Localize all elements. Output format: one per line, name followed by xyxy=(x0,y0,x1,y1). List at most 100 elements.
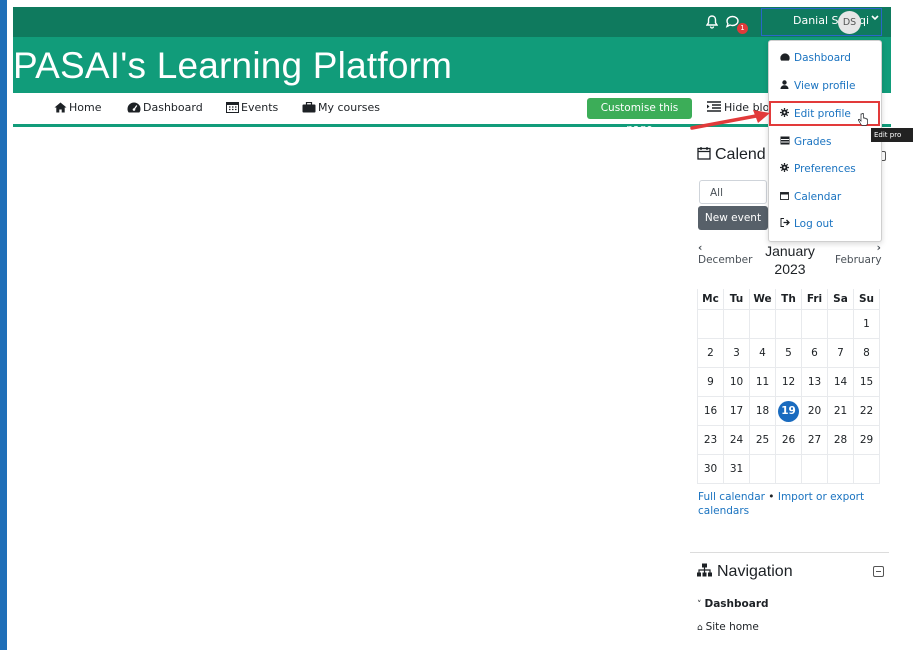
calendar-day[interactable]: 31 xyxy=(723,454,750,484)
calendar-day[interactable]: 7 xyxy=(827,338,854,368)
calendar-day[interactable]: 11 xyxy=(749,367,776,397)
calendar-day[interactable]: 26 xyxy=(775,425,802,455)
notification-bell-icon[interactable] xyxy=(705,14,719,33)
chevron-down-icon[interactable] xyxy=(871,13,879,24)
month-year: 2023 xyxy=(774,261,806,277)
calendar-day[interactable]: 27 xyxy=(801,425,828,455)
menu-item-log-out[interactable]: Log out xyxy=(780,218,833,230)
table-icon xyxy=(780,136,792,148)
calendar-day[interactable]: 24 xyxy=(723,425,750,455)
prev-month-link[interactable]: ‹ December xyxy=(698,243,752,267)
nav-events[interactable]: Events xyxy=(226,101,278,114)
user-icon xyxy=(780,80,792,92)
weekday-header: Fri xyxy=(801,289,828,310)
edit-profile-tooltip: Edit pro xyxy=(871,128,913,142)
nav-home[interactable]: Home xyxy=(54,101,101,114)
weekday-header: Tu xyxy=(723,289,750,310)
dashboard-icon xyxy=(127,102,141,113)
navigation-block-title: Navigation xyxy=(697,563,793,581)
calendar-week-row: 16 17 18 19 20 21 22 xyxy=(697,396,880,426)
calendar-day[interactable]: 1 xyxy=(853,309,880,339)
menu-item-grades[interactable]: Grades xyxy=(780,136,831,148)
navigation-collapse-icon[interactable] xyxy=(873,566,884,577)
new-event-button[interactable]: New event xyxy=(698,206,768,230)
calendar-day[interactable]: 21 xyxy=(827,396,854,426)
menu-item-calendar-label: Calendar xyxy=(794,191,842,203)
menu-item-view-profile[interactable]: View profile xyxy=(780,80,855,92)
menu-item-preferences[interactable]: Preferences xyxy=(780,163,856,175)
calendar-day[interactable]: 3 xyxy=(723,338,750,368)
calendar-day[interactable]: 2 xyxy=(697,338,724,368)
navigation-title-text: Navigation xyxy=(717,563,793,580)
calendar-day[interactable]: 6 xyxy=(801,338,828,368)
current-month: January 2023 xyxy=(762,242,818,278)
sign-out-icon xyxy=(780,218,792,230)
weekday-header: We xyxy=(749,289,776,310)
next-month-link[interactable]: › February xyxy=(835,242,882,267)
menu-item-calendar[interactable]: Calendar xyxy=(780,191,841,203)
calendar-day[interactable]: 20 xyxy=(801,396,828,426)
calendar-day xyxy=(775,309,802,339)
calendar-day xyxy=(775,454,802,484)
calendar-block-title: Calend xyxy=(697,146,766,164)
nav-tree-site-home-label: Site home xyxy=(705,621,759,630)
menu-item-dashboard[interactable]: Dashboard xyxy=(780,52,851,64)
customise-page-button[interactable]: Customise this page xyxy=(587,98,692,135)
calendar-grid: Mc Tu We Th Fri Sa Su 1 2 3 4 5 6 7 8 9 10 11 12 13 14 15 16 1… xyxy=(697,289,880,484)
nav-tree-site-home[interactable]: ⌂ Site home xyxy=(697,621,759,630)
calendar-day[interactable]: 22 xyxy=(853,396,880,426)
annotation-arrow-icon xyxy=(690,108,772,134)
calendar-day[interactable]: 8 xyxy=(853,338,880,368)
calendar-day[interactable]: 25 xyxy=(749,425,776,455)
calendar-day[interactable]: 28 xyxy=(827,425,854,455)
calendar-icon xyxy=(780,191,792,203)
home-icon xyxy=(54,102,67,113)
nav-dashboard[interactable]: Dashboard xyxy=(127,101,203,114)
month-name: January xyxy=(765,243,815,259)
weekday-header: Sa xyxy=(827,289,854,310)
calendar-day[interactable]: 13 xyxy=(801,367,828,397)
chevron-right-icon: › xyxy=(876,242,881,254)
calendar-day[interactable]: 5 xyxy=(775,338,802,368)
calendar-day xyxy=(801,309,828,339)
calendar-day[interactable]: 9 xyxy=(697,367,724,397)
footer-separator: • xyxy=(768,491,775,503)
calendar-day xyxy=(749,454,776,484)
site-title[interactable]: PASAI's Learning Platform xyxy=(13,45,452,87)
menu-item-grades-label: Grades xyxy=(794,136,832,148)
calendar-day[interactable]: 23 xyxy=(697,425,724,455)
menu-item-log-out-label: Log out xyxy=(794,218,834,230)
calendar-day[interactable]: 17 xyxy=(723,396,750,426)
nav-my-courses[interactable]: My courses xyxy=(302,101,380,114)
weekday-header: Th xyxy=(775,289,802,310)
home-icon: ⌂ xyxy=(697,623,706,630)
avatar[interactable]: DS xyxy=(838,11,861,34)
calendar-day[interactable]: 15 xyxy=(853,367,880,397)
today-marker[interactable]: 19 xyxy=(778,400,799,422)
calendar-day[interactable]: 12 xyxy=(775,367,802,397)
next-month-label: February xyxy=(835,254,882,266)
nav-tree-dashboard[interactable]: ˅ Dashboard xyxy=(697,598,769,610)
nav-dashboard-label: Dashboard xyxy=(143,101,203,114)
calendar-day[interactable]: 18 xyxy=(749,396,776,426)
calendar-day[interactable]: 29 xyxy=(853,425,880,455)
weekday-header: Su xyxy=(853,289,880,310)
calendar-icon xyxy=(226,102,239,113)
course-filter-select[interactable]: All courses xyxy=(699,180,767,223)
calendar-footer: Full calendar • Import or export calenda… xyxy=(698,490,878,518)
menu-item-view-profile-label: View profile xyxy=(794,80,856,92)
calendar-day[interactable]: 19 xyxy=(775,396,802,426)
top-navbar xyxy=(13,7,891,37)
calendar-day[interactable]: 16 xyxy=(697,396,724,426)
calendar-icon xyxy=(697,147,711,160)
nav-my-courses-label: My courses xyxy=(318,101,380,114)
hand-cursor-icon xyxy=(858,111,868,130)
calendar-day[interactable]: 4 xyxy=(749,338,776,368)
calendar-day[interactable]: 10 xyxy=(723,367,750,397)
calendar-day[interactable]: 14 xyxy=(827,367,854,397)
nav-home-label: Home xyxy=(69,101,102,114)
full-calendar-link[interactable]: Full calendar xyxy=(698,491,765,503)
calendar-day[interactable]: 30 xyxy=(697,454,724,484)
calendar-day xyxy=(749,309,776,339)
block-divider xyxy=(690,552,889,553)
